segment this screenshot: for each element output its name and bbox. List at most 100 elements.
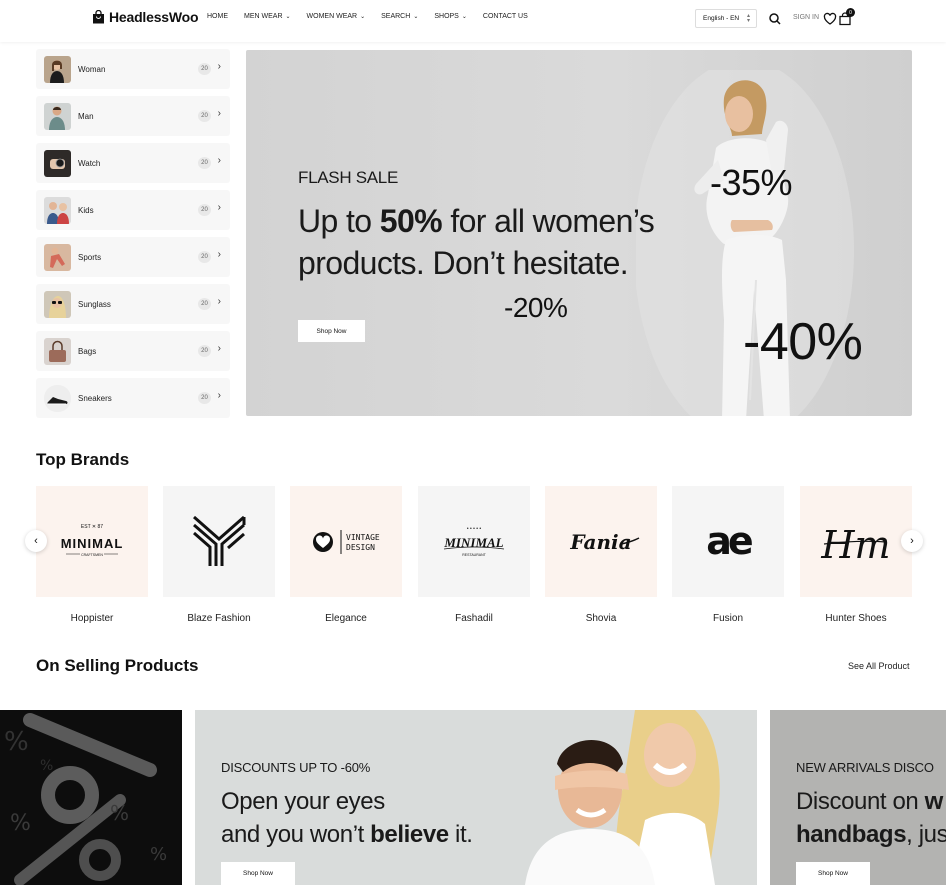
svg-text:DESIGN: DESIGN [346, 543, 375, 552]
percent-promo-banner[interactable]: % % % % % [0, 710, 182, 885]
chevron-right-icon: › [217, 202, 221, 213]
category-kids[interactable]: Kids 20 › [36, 190, 230, 230]
chevron-down-icon: ⌄ [461, 14, 467, 20]
top-brands-title: Top Brands [36, 450, 130, 469]
nav-search[interactable]: SEARCH ⌄ [381, 13, 418, 20]
brands-prev-button[interactable]: ‹ [25, 530, 47, 552]
discount-badge-35: -35% [710, 162, 793, 203]
on-selling-title: On Selling Products [36, 656, 199, 675]
nav-women-wear[interactable]: WOMEN WEAR ⌄ [307, 13, 366, 20]
chevron-right-icon: › [217, 296, 221, 307]
chevron-right-icon: › [217, 390, 221, 401]
man-thumbnail [44, 102, 71, 130]
svg-text:RESTAURANT: RESTAURANT [462, 553, 486, 557]
site-header: HeadlessWoo HOME MEN WEAR ⌄ WOMEN WEAR ⌄ S… [0, 0, 946, 42]
chevron-right-icon: › [217, 249, 221, 260]
banner-shop-now-button[interactable]: Shop Now [221, 862, 295, 885]
brand-name[interactable]: Hoppister [36, 613, 148, 624]
category-man[interactable]: Man 20 › [36, 96, 230, 136]
hero-kicker: FLASH SALE [298, 168, 398, 187]
category-watch[interactable]: Watch 20 › [36, 143, 230, 183]
hero-title: Up to 50% for all women’s products. Don’… [298, 203, 655, 281]
category-count: 20 [198, 157, 211, 169]
discount-badge-40: -40% [743, 313, 863, 371]
brand-name[interactable]: Blaze Fashion [163, 613, 275, 624]
discount-promo-banner[interactable]: DISCOUNTS UP TO -60% Open your eyes and … [195, 710, 757, 885]
language-select[interactable]: English - EN ▴ ▾ [695, 9, 757, 28]
sunglass-thumbnail [44, 290, 71, 318]
nav-home[interactable]: HOME [207, 13, 228, 20]
brands-next-button[interactable]: › [901, 530, 923, 552]
site-logo[interactable]: HeadlessWoo [92, 9, 199, 25]
chevron-right-icon: › [217, 108, 221, 119]
category-count: 20 [198, 392, 211, 404]
svg-text:ae: ae [706, 519, 752, 563]
brand-tile-elegance[interactable]: VINTAGE DESIGN [290, 486, 402, 597]
discount-badge-20: -20% [504, 292, 568, 323]
watch-thumbnail [44, 149, 71, 177]
brand-logo-hoppister: EST ✕ 87 MINIMAL CRAFTSMEN [61, 524, 124, 557]
category-sneakers[interactable]: Sneakers 20 › [36, 378, 230, 418]
hero-shop-now-button[interactable]: Shop Now [298, 320, 365, 342]
brand-tile-fashadil[interactable]: • • • • • MINIMAL RESTAURANT [418, 486, 530, 597]
svg-text:CRAFTSMEN: CRAFTSMEN [81, 553, 103, 557]
category-count: 20 [198, 110, 211, 122]
brand-logo-fashadil: • • • • • MINIMAL RESTAURANT [443, 526, 505, 557]
main-nav: HOME MEN WEAR ⌄ WOMEN WEAR ⌄ SEARCH ⌄ SHOPS… [207, 13, 544, 20]
svg-text:VINTAGE: VINTAGE [346, 533, 380, 542]
brand-tile-shovia[interactable]: Fania [545, 486, 657, 597]
brand-name[interactable]: Fashadil [418, 613, 530, 624]
nav-shops[interactable]: SHOPS ⌄ [434, 13, 467, 20]
category-sunglass[interactable]: Sunglass 20 › [36, 284, 230, 324]
bags-thumbnail [44, 337, 71, 365]
see-all-products-link[interactable]: See All Product [848, 661, 910, 671]
svg-text:%: % [110, 801, 129, 825]
brand-name[interactable]: Elegance [290, 613, 402, 624]
nav-men-wear[interactable]: MEN WEAR ⌄ [244, 13, 291, 20]
chevron-down-icon: ⌄ [360, 14, 366, 20]
brand-logo-fusion: ae [706, 519, 756, 563]
svg-text:• • • • •: • • • • • [467, 526, 482, 532]
brand-name[interactable]: Shovia [545, 613, 657, 624]
select-arrows-icon: ▴ ▾ [746, 13, 750, 24]
chevron-down-icon: ⌄ [413, 14, 419, 20]
chevron-right-icon: › [217, 343, 221, 354]
brand-tile-hunter-shoes[interactable]: Hm [800, 486, 912, 597]
brand-logo-blaze-fashion [193, 515, 246, 566]
chevron-right-icon: › [217, 61, 221, 72]
nav-contact-us[interactable]: CONTACT US [483, 13, 528, 20]
chevron-right-icon: › [217, 155, 221, 166]
couple-photo-image [525, 710, 720, 885]
svg-text:Hm: Hm [820, 523, 890, 567]
category-count: 20 [198, 63, 211, 75]
svg-text:%: % [4, 727, 29, 757]
search-icon[interactable] [768, 12, 782, 26]
brand-name[interactable]: Fusion [672, 613, 784, 624]
brand-logo-elegance: VINTAGE DESIGN [313, 530, 380, 554]
brand-tile-fusion[interactable]: ae [672, 486, 784, 597]
svg-text:%: % [40, 758, 53, 774]
banner-shop-now-button[interactable]: Shop Now [796, 862, 870, 885]
svg-text:%: % [10, 811, 31, 836]
category-woman[interactable]: Woman 20 › [36, 49, 230, 89]
banner-kicker: NEW ARRIVALS DISCO [796, 760, 934, 775]
category-count: 20 [198, 204, 211, 216]
hero-banner: FLASH SALE Up to 50% for all women’s pro… [246, 50, 912, 416]
cart-count-badge: 0 [846, 8, 855, 17]
brand-tile-blaze-fashion[interactable] [163, 486, 275, 597]
heart-icon[interactable] [823, 12, 837, 26]
woman-thumbnail [44, 55, 71, 83]
category-bags[interactable]: Bags 20 › [36, 331, 230, 371]
category-count: 20 [198, 298, 211, 310]
brand-name[interactable]: Hunter Shoes [800, 613, 912, 624]
sign-in-link[interactable]: SIGN IN [793, 14, 819, 21]
category-sidebar: Woman 20 › Man 20 › Watch 20 › Kids 20 ›… [36, 49, 230, 425]
brand-tile-hoppister[interactable]: EST ✕ 87 MINIMAL CRAFTSMEN [36, 486, 148, 597]
category-count: 20 [198, 251, 211, 263]
chevron-left-icon: ‹ [34, 535, 38, 547]
svg-text:MINIMAL: MINIMAL [61, 536, 124, 551]
category-sports[interactable]: Sports 20 › [36, 237, 230, 277]
handbags-promo-banner[interactable]: NEW ARRIVALS DISCO Discount on w handbag… [770, 710, 946, 885]
logo-text: HeadlessWoo [109, 9, 199, 25]
svg-text:Fania: Fania [569, 530, 631, 554]
